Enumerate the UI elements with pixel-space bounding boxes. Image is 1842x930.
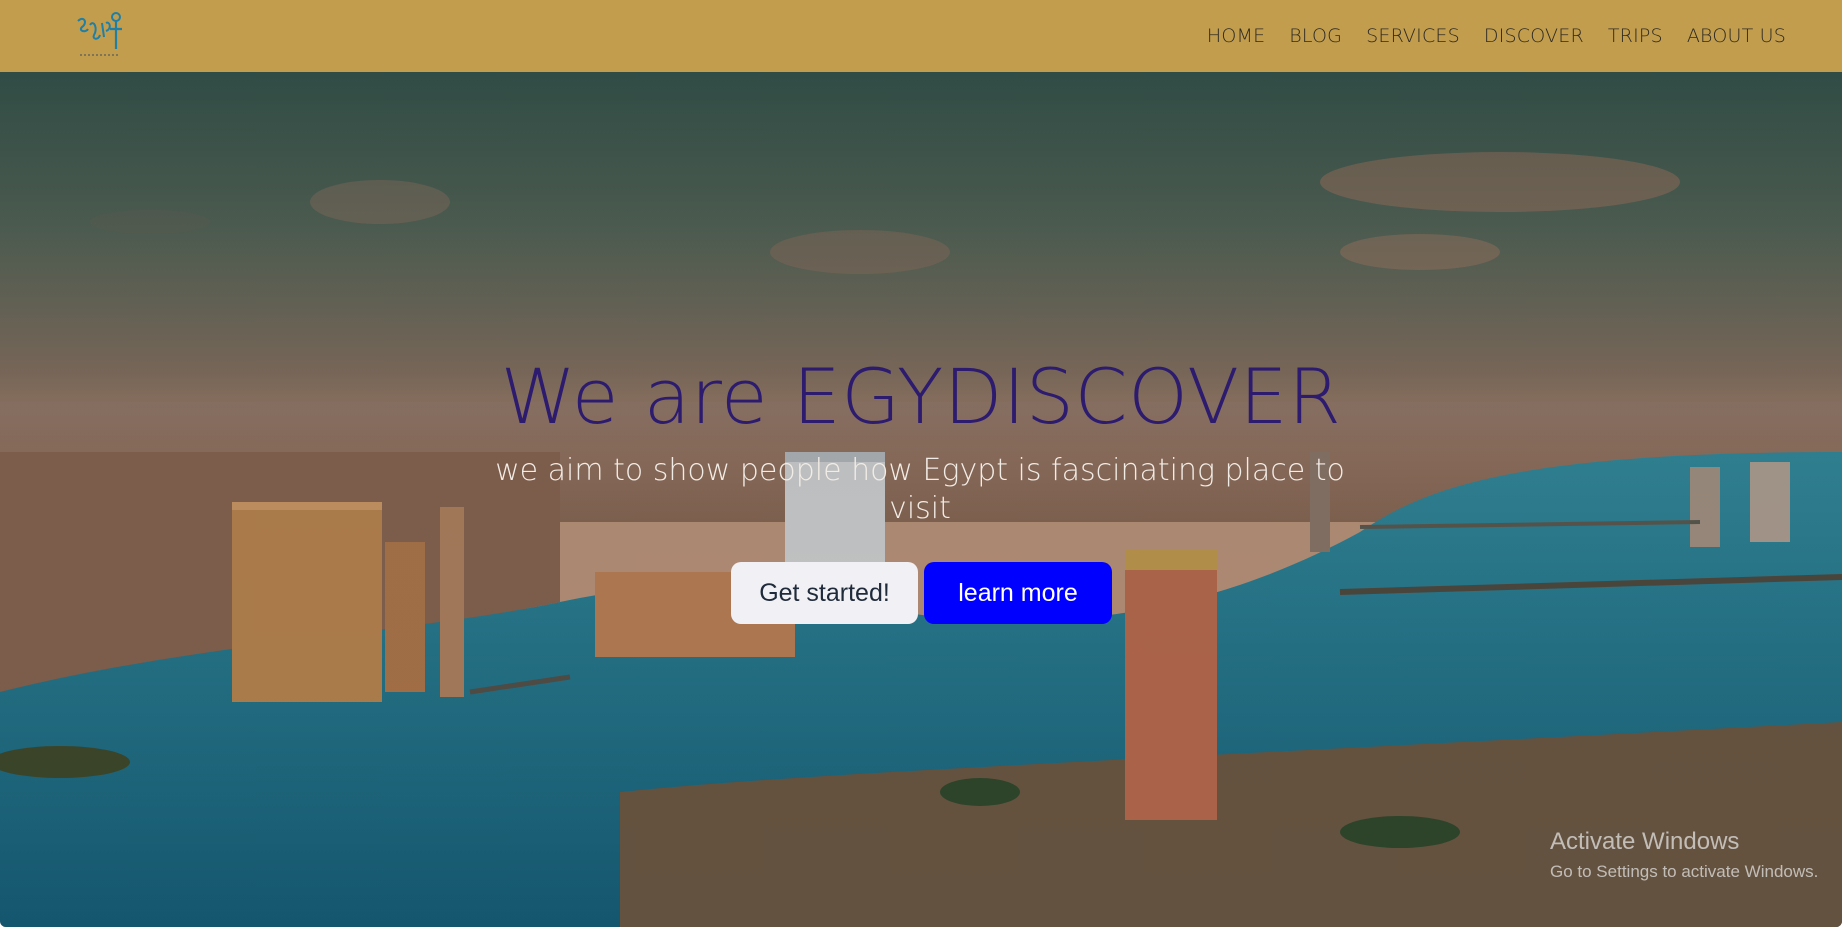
nav-home[interactable]: HOME xyxy=(1207,25,1265,47)
nav-trips[interactable]: TRIPS xyxy=(1608,25,1663,47)
hero-subtitle: we aim to show people how Egypt is fasci… xyxy=(495,453,1345,526)
nav-services[interactable]: SERVICES xyxy=(1366,25,1460,47)
watermark-subtitle: Go to Settings to activate Windows. xyxy=(1550,862,1819,881)
get-started-button[interactable]: Get started! xyxy=(731,562,918,624)
egypt-logo-icon[interactable] xyxy=(70,7,132,65)
nav-blog[interactable]: BLOG xyxy=(1289,25,1342,47)
learn-more-button[interactable]: learn more xyxy=(924,562,1112,624)
nav-discover[interactable]: DISCOVER xyxy=(1484,25,1584,47)
top-navbar: HOME BLOG SERVICES DISCOVER TRIPS ABOUT … xyxy=(0,0,1842,72)
main-nav: HOME BLOG SERVICES DISCOVER TRIPS ABOUT … xyxy=(1207,25,1786,47)
nav-about-us[interactable]: ABOUT US xyxy=(1687,25,1786,47)
watermark-title: Activate Windows xyxy=(1550,828,1740,855)
hero-section: We are EGYDISCOVER we aim to show people… xyxy=(0,72,1842,927)
hero-title: We are EGYDISCOVER xyxy=(500,352,1342,441)
activate-windows-watermark: Activate Windows Go to Settings to activ… xyxy=(1550,828,1818,882)
